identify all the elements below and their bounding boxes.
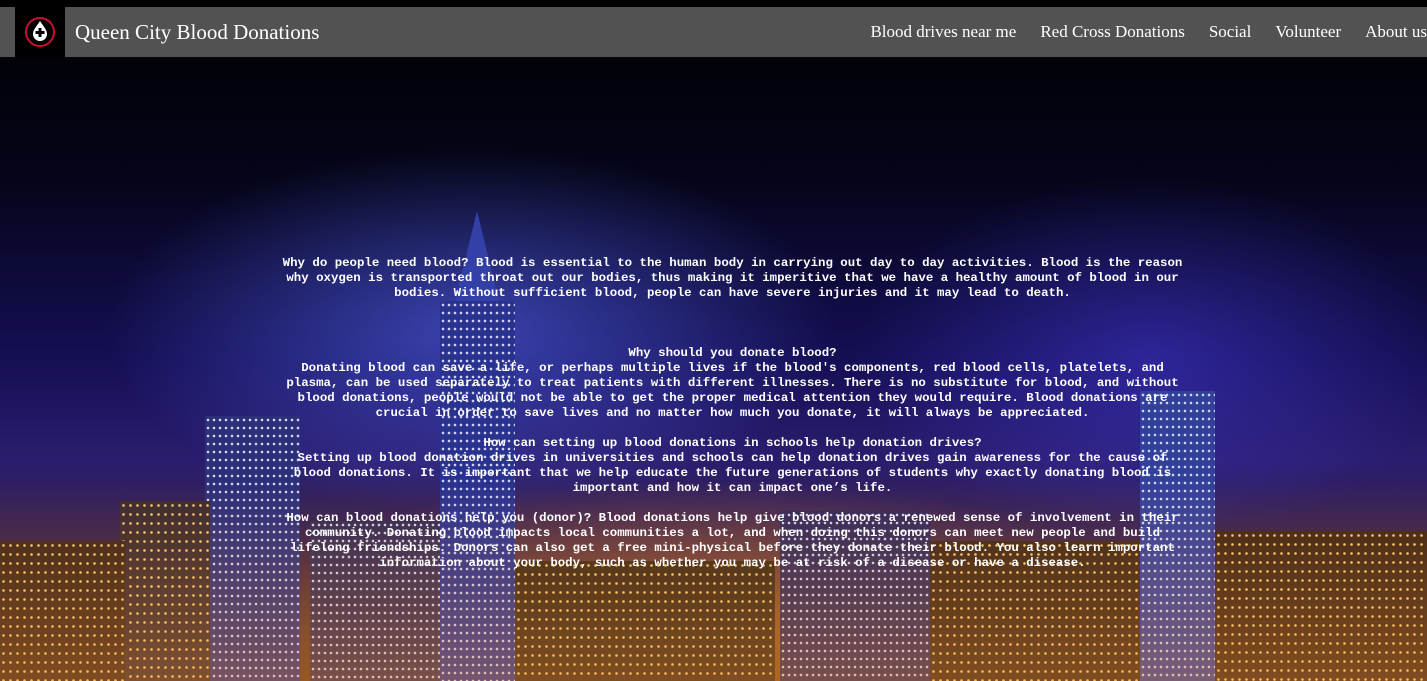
- nav-red-cross-donations[interactable]: Red Cross Donations: [1040, 22, 1185, 42]
- nav-social[interactable]: Social: [1209, 22, 1252, 42]
- top-navbar: Queen City Blood Donations Blood drives …: [0, 7, 1427, 57]
- schools-heading: How can setting up blood donations in sc…: [483, 436, 982, 450]
- nav-volunteer[interactable]: Volunteer: [1275, 22, 1341, 42]
- schools-paragraph: Setting up blood donation drives in univ…: [293, 451, 1172, 495]
- nav-blood-drives[interactable]: Blood drives near me: [870, 22, 1016, 42]
- donor-help-paragraph: How can blood donations help you (donor)…: [286, 511, 1179, 570]
- why-donate-paragraph: Donating blood can save a life, or perha…: [286, 361, 1179, 420]
- site-title[interactable]: Queen City Blood Donations: [75, 20, 319, 45]
- why-donate-heading: Why should you donate blood?: [628, 346, 837, 360]
- nav-links: Blood drives near me Red Cross Donations…: [870, 7, 1427, 57]
- logo[interactable]: [15, 7, 65, 57]
- why-need-blood-paragraph: Why do people need blood? Blood is essen…: [282, 256, 1183, 300]
- page: Queen City Blood Donations Blood drives …: [0, 0, 1427, 681]
- main-content: Why do people need blood? Blood is essen…: [280, 256, 1185, 571]
- blood-drop-cross-icon: [25, 17, 55, 47]
- nav-about-us[interactable]: About us: [1365, 22, 1427, 42]
